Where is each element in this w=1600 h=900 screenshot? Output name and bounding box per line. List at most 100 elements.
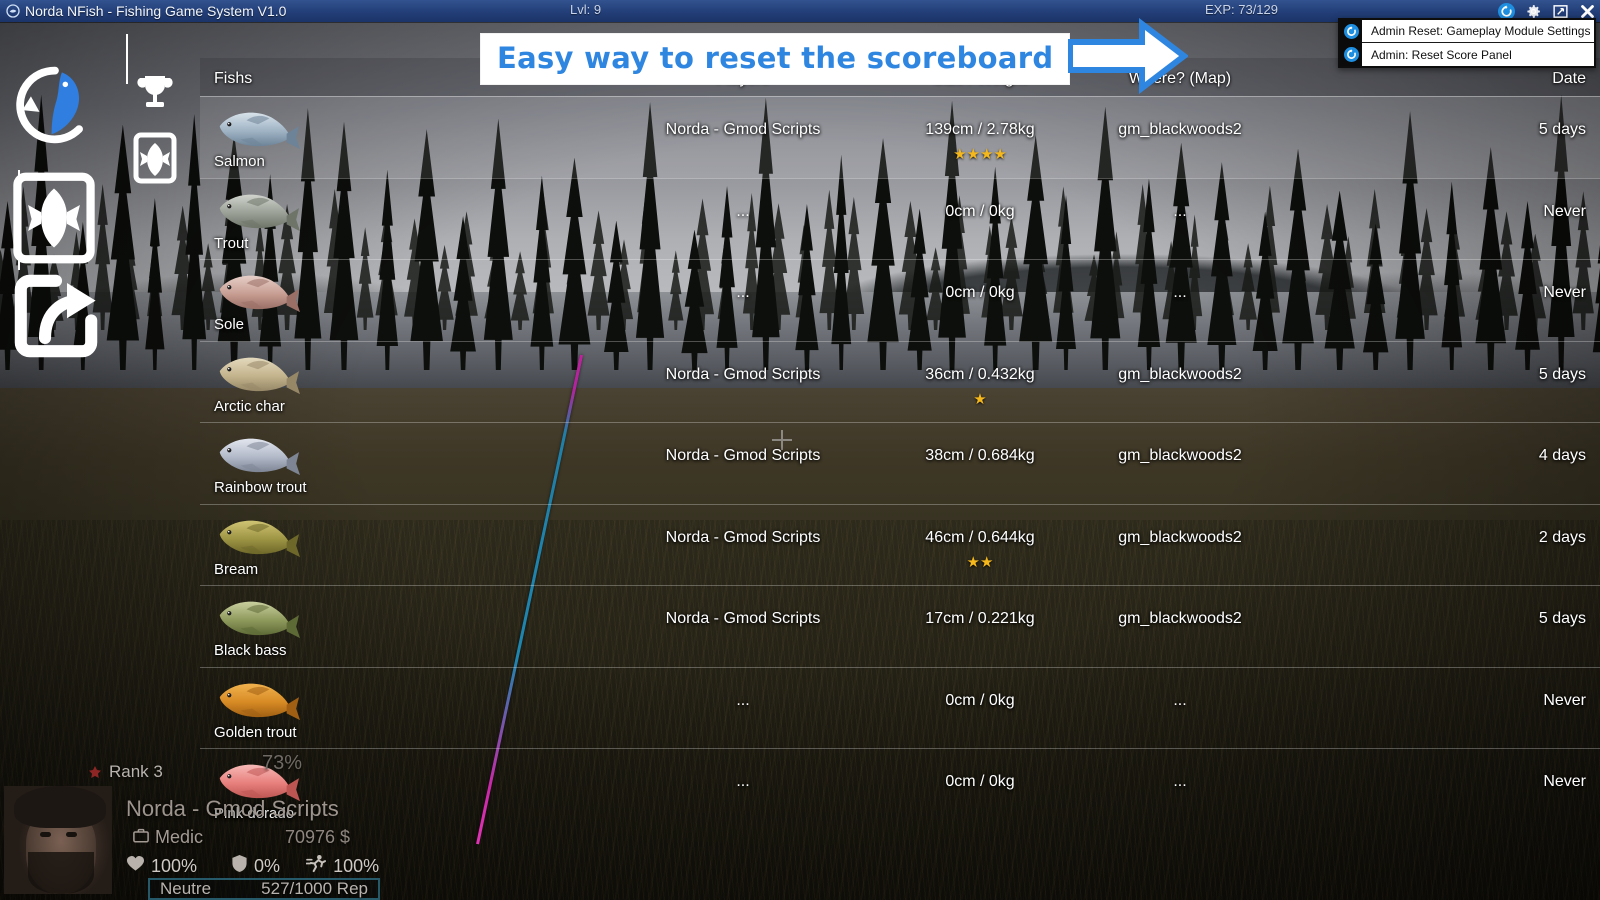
player-cell: ... bbox=[736, 773, 750, 790]
refresh-icon bbox=[1340, 19, 1362, 43]
fish-name: Sole bbox=[214, 316, 245, 333]
map-cell: gm_blackwoods2 bbox=[1118, 447, 1242, 464]
briefcase-icon bbox=[133, 828, 149, 848]
exp-indicator: EXP: 73/129 bbox=[1205, 2, 1278, 17]
size-weight-cell: 0cm / 0kg bbox=[945, 284, 1015, 301]
rank-display: Rank 3 bbox=[88, 762, 163, 782]
table-row[interactable]: Bream Norda - Gmod Scripts 46cm / 0.644k… bbox=[200, 503, 1600, 586]
table-row[interactable]: Sole ... 0cm / 0kg ... Never bbox=[200, 259, 1600, 341]
size-weight-cell: 46cm / 0.644kg bbox=[925, 528, 1035, 546]
player-cell: ... bbox=[736, 284, 750, 301]
fish-card-button[interactable] bbox=[12, 172, 96, 264]
rank-label: Rank 3 bbox=[109, 762, 163, 781]
map-cell: ... bbox=[1173, 691, 1187, 709]
exit-button[interactable] bbox=[12, 272, 100, 360]
map-cell: gm_blackwoods2 bbox=[1118, 528, 1242, 546]
player-cell: ... bbox=[736, 202, 750, 220]
reputation-bar: Neutre 527/1000 Rep bbox=[148, 878, 380, 900]
scoreboard-panel: Fishs Players Size / Weight Where? (Map)… bbox=[200, 58, 1600, 838]
fish-name: Bream bbox=[214, 560, 259, 578]
size-weight-cell: 17cm / 0.221kg bbox=[925, 610, 1035, 627]
table-row[interactable]: Arctic char Norda - Gmod Scripts 36cm / … bbox=[200, 340, 1600, 423]
avatar bbox=[4, 786, 112, 894]
date-cell: 4 days bbox=[1538, 447, 1586, 464]
table-row[interactable]: Salmon Norda - Gmod Scripts 139cm / 2.78… bbox=[200, 96, 1600, 178]
close-icon bbox=[1580, 4, 1594, 18]
player-cell: Norda - Gmod Scripts bbox=[665, 121, 821, 138]
map-cell: gm_blackwoods2 bbox=[1118, 365, 1242, 383]
date-cell: Never bbox=[1543, 284, 1586, 301]
sole-icon bbox=[214, 268, 300, 316]
size-weight-cell: 38cm / 0.684kg bbox=[925, 447, 1035, 464]
table-row[interactable]: Trout ... 0cm / 0kg ... Never bbox=[200, 177, 1600, 260]
stamina-value: 100% bbox=[333, 855, 380, 876]
header-fishs: Fishs bbox=[214, 70, 253, 87]
fish-name: Arctic char bbox=[214, 397, 285, 415]
fish-name: Salmon bbox=[214, 153, 265, 170]
fish-collection-tab[interactable] bbox=[133, 132, 177, 184]
player-cell: Norda - Gmod Scripts bbox=[665, 447, 821, 464]
rainbow-trout-icon bbox=[214, 431, 300, 479]
table-row[interactable]: Rainbow trout Norda - Gmod Scripts 38cm … bbox=[200, 422, 1600, 504]
size-weight-cell: 0cm / 0kg bbox=[945, 691, 1015, 709]
fish-name: Trout bbox=[214, 234, 249, 252]
date-cell: 5 days bbox=[1538, 365, 1586, 383]
reputation-label: Neutre bbox=[160, 879, 212, 898]
map-cell: ... bbox=[1173, 773, 1187, 790]
admin-item-label: Admin: Reset Score Panel bbox=[1371, 47, 1512, 62]
trout-icon bbox=[214, 187, 300, 235]
size-weight-cell: 0cm / 0kg bbox=[945, 773, 1015, 790]
admin-menu-item[interactable]: Admin: Reset Score Panel bbox=[1340, 43, 1594, 66]
black-bass-icon bbox=[214, 594, 300, 642]
health-value: 100% bbox=[151, 855, 198, 876]
date-cell: 2 days bbox=[1538, 528, 1586, 546]
star-rating: ★ bbox=[973, 390, 987, 408]
size-weight-cell: 36cm / 0.432kg bbox=[925, 365, 1035, 383]
header-date: Date bbox=[1552, 70, 1586, 87]
date-cell: 5 days bbox=[1538, 121, 1586, 138]
star-rating: ★★ bbox=[966, 553, 994, 571]
player-cell: Norda - Gmod Scripts bbox=[665, 365, 821, 383]
gear-icon bbox=[1526, 4, 1540, 18]
reputation-value: 527/1000 Rep bbox=[261, 879, 368, 898]
admin-item-list: Admin Reset: Gameplay Module Settings Ad… bbox=[1340, 19, 1594, 66]
refresh-icon bbox=[1340, 43, 1362, 66]
size-weight-cell: 0cm / 0kg bbox=[945, 202, 1015, 220]
date-cell: Never bbox=[1543, 202, 1586, 220]
stamina-stat: 100% bbox=[305, 854, 380, 878]
window-title: Norda NFish - Fishing Game System V1.0 bbox=[25, 3, 287, 19]
right-arrow-icon bbox=[1067, 17, 1190, 99]
salmon-icon bbox=[214, 105, 300, 153]
health-stat: 100% bbox=[126, 855, 197, 877]
annotation-callout: Easy way to reset the scoreboard bbox=[480, 17, 1190, 99]
player-cell: Norda - Gmod Scripts bbox=[665, 528, 821, 546]
map-cell: gm_blackwoods2 bbox=[1118, 121, 1242, 138]
fish-name: Golden trout bbox=[214, 723, 297, 741]
fish-name: Black bass bbox=[214, 642, 287, 659]
date-cell: 5 days bbox=[1538, 610, 1586, 627]
armor-stat: 0% bbox=[231, 854, 280, 878]
player-name: Norda - Gmod Scripts bbox=[126, 796, 339, 821]
player-stats: 100% 0% 100% bbox=[126, 854, 379, 878]
annotation-box: Easy way to reset the scoreboard bbox=[480, 32, 1071, 85]
player-cell: ... bbox=[736, 691, 750, 709]
admin-item-label: Admin Reset: Gameplay Module Settings bbox=[1371, 24, 1591, 38]
player-cell: Norda - Gmod Scripts bbox=[665, 610, 821, 627]
trophy-tab[interactable] bbox=[133, 70, 177, 114]
date-cell: Never bbox=[1543, 773, 1586, 790]
star-rating: ★★★★ bbox=[953, 146, 1007, 163]
job-label: Medic bbox=[155, 827, 204, 847]
admin-menu-item[interactable]: Admin Reset: Gameplay Module Settings bbox=[1340, 19, 1594, 43]
table-row[interactable]: Golden trout ... 0cm / 0kg ... Never bbox=[200, 666, 1600, 749]
size-weight-cell: 139cm / 2.78kg bbox=[925, 121, 1035, 138]
runner-icon bbox=[305, 854, 327, 878]
game-screen: Norda NFish - Fishing Game System V1.0 L… bbox=[0, 0, 1600, 900]
date-cell: Never bbox=[1543, 691, 1586, 709]
golden-trout-icon bbox=[214, 676, 300, 724]
arctic-char-icon bbox=[214, 350, 300, 398]
heart-icon bbox=[126, 855, 145, 877]
annotation-text: Easy way to reset the scoreboard bbox=[497, 40, 1054, 75]
table-row[interactable]: Black bass Norda - Gmod Scripts 17cm / 0… bbox=[200, 585, 1600, 667]
shield-icon bbox=[231, 854, 248, 878]
map-cell: gm_blackwoods2 bbox=[1118, 610, 1242, 627]
